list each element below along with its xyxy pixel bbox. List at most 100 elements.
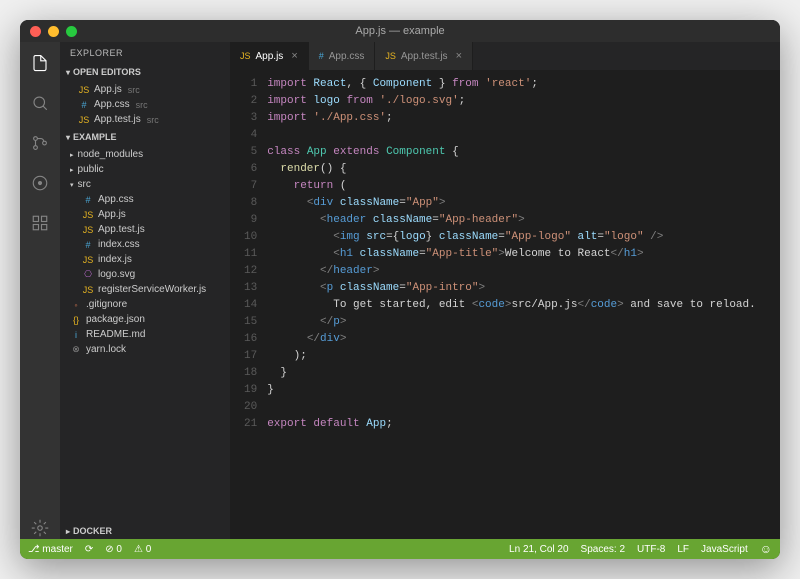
file-item[interactable]: JS App.test.js xyxy=(60,222,230,237)
search-icon[interactable] xyxy=(29,92,51,114)
file-item[interactable]: # index.css xyxy=(60,237,230,252)
file-icon: # xyxy=(78,100,90,110)
folder-chevron-icon xyxy=(70,149,74,160)
file-name: App.css xyxy=(94,99,130,110)
project-header[interactable]: EXAMPLE xyxy=(60,129,230,145)
folder-item[interactable]: node_modules xyxy=(60,147,230,162)
file-item[interactable]: ⊗ yarn.lock xyxy=(60,342,230,357)
file-name: README.md xyxy=(86,329,145,340)
editor-group: JS App.js × # App.css JS App.test.js × 12345678… xyxy=(230,42,780,539)
file-icon: i xyxy=(70,330,82,340)
status-spaces[interactable]: Spaces: 2 xyxy=(581,544,625,555)
docker-header[interactable]: DOCKER xyxy=(60,523,230,539)
file-name: App.test.js xyxy=(98,224,145,235)
open-editors-list: JSApp.jssrc#App.csssrcJSApp.test.jssrc xyxy=(60,80,230,129)
file-icon: JS xyxy=(240,51,251,61)
file-item[interactable]: JS index.js xyxy=(60,252,230,267)
sidebar: EXPLORER OPEN EDITORS JSApp.jssrc#App.cs… xyxy=(60,42,230,539)
extensions-icon[interactable] xyxy=(29,212,51,234)
vscode-window: App.js — example EXPLORER OPEN EDITORS J… xyxy=(20,20,780,559)
debug-icon[interactable] xyxy=(29,172,51,194)
file-icon: # xyxy=(82,240,94,250)
status-branch[interactable]: ⎇ master xyxy=(28,544,73,555)
file-icon: JS xyxy=(82,255,94,265)
close-window-button[interactable] xyxy=(30,26,41,37)
open-editor-item[interactable]: JSApp.test.jssrc xyxy=(60,112,230,127)
file-icon: JS xyxy=(82,210,94,220)
editor-tab[interactable]: JS App.js × xyxy=(230,42,309,70)
activity-bar xyxy=(20,42,60,539)
tab-label: App.css xyxy=(329,51,365,62)
file-name: .gitignore xyxy=(86,299,127,310)
tab-label: App.test.js xyxy=(401,51,448,62)
folder-name: src xyxy=(78,179,91,190)
code-content[interactable]: import React, { Component } from 'react'… xyxy=(267,70,780,539)
file-dir: src xyxy=(147,115,159,125)
folder-name: public xyxy=(78,164,104,175)
file-name: index.js xyxy=(98,254,132,265)
editor[interactable]: 123456789101112131415161718192021 import… xyxy=(230,70,780,539)
file-item[interactable]: JSApp.js xyxy=(60,207,230,222)
traffic-lights xyxy=(30,26,77,37)
tabs-container: JS App.js × # App.css JS App.test.js × xyxy=(230,42,780,70)
file-icon: JS xyxy=(82,225,94,235)
file-icon: ⎔ xyxy=(82,269,94,280)
file-tree: node_modulespublicsrc#App.cssJSApp.jsJSA… xyxy=(60,145,230,359)
file-icon: JS xyxy=(82,285,94,295)
status-language[interactable]: JavaScript xyxy=(701,544,748,555)
folder-chevron-icon xyxy=(70,164,74,175)
file-item[interactable]: ⎔ logo.svg xyxy=(60,267,230,282)
status-cursor[interactable]: Ln 21, Col 20 xyxy=(509,544,569,555)
titlebar: App.js — example xyxy=(20,20,780,42)
file-name: App.js xyxy=(94,84,122,95)
file-icon: JS xyxy=(78,85,90,95)
feedback-icon[interactable]: ☺ xyxy=(760,542,772,556)
editor-tab[interactable]: JS App.test.js × xyxy=(375,42,473,70)
file-item[interactable]: ◦ .gitignore xyxy=(60,297,230,312)
settings-icon[interactable] xyxy=(29,517,51,539)
folder-item[interactable]: src xyxy=(60,177,230,192)
file-name: yarn.lock xyxy=(86,344,126,355)
file-item[interactable]: i README.md xyxy=(60,327,230,342)
open-editor-item[interactable]: # App.css src xyxy=(60,97,230,112)
tab-label: App.js xyxy=(256,51,284,62)
editor-tab[interactable]: # App.css xyxy=(309,42,376,70)
file-icon: # xyxy=(82,195,94,205)
close-tab-icon[interactable]: × xyxy=(291,50,297,62)
file-icon: JS xyxy=(385,51,396,61)
file-icon: ◦ xyxy=(70,300,82,310)
close-tab-icon[interactable]: × xyxy=(456,50,462,62)
status-eol[interactable]: LF xyxy=(677,544,689,555)
file-name: logo.svg xyxy=(98,269,135,280)
file-item[interactable]: # App.css xyxy=(60,192,230,207)
file-name: App.css xyxy=(98,194,134,205)
open-editor-item[interactable]: JS App.js src xyxy=(60,82,230,97)
file-icon: {} xyxy=(70,315,82,325)
status-errors[interactable]: ⊘ 0 xyxy=(105,544,122,555)
file-item[interactable]: JS registerServiceWorker.js xyxy=(60,282,230,297)
file-item[interactable]: {}package.json xyxy=(60,312,230,327)
window-title: App.js — example xyxy=(355,25,444,37)
file-dir: src xyxy=(128,85,140,95)
status-bar: ⎇ master ⟳ ⊘ 0 ⚠ 0 Ln 21, Col 20 Spaces:… xyxy=(20,539,780,559)
status-encoding[interactable]: UTF-8 xyxy=(637,544,665,555)
file-icon: ⊗ xyxy=(70,344,82,355)
workbench: EXPLORER OPEN EDITORS JSApp.jssrc#App.cs… xyxy=(20,42,780,539)
open-editors-header[interactable]: OPEN EDITORS xyxy=(60,64,230,80)
line-numbers: 123456789101112131415161718192021 xyxy=(230,70,267,539)
status-sync[interactable]: ⟳ xyxy=(85,544,93,555)
source-control-icon[interactable] xyxy=(29,132,51,154)
minimize-window-button[interactable] xyxy=(48,26,59,37)
folder-chevron-icon xyxy=(70,179,74,190)
files-icon[interactable] xyxy=(29,52,51,74)
status-warnings[interactable]: ⚠ 0 xyxy=(134,544,151,555)
file-name: registerServiceWorker.js xyxy=(98,284,206,295)
folder-name: node_modules xyxy=(78,149,144,160)
file-icon: # xyxy=(319,51,324,61)
folder-item[interactable]: public xyxy=(60,162,230,177)
file-name: App.test.js xyxy=(94,114,141,125)
file-name: index.css xyxy=(98,239,140,250)
maximize-window-button[interactable] xyxy=(66,26,77,37)
file-dir: src xyxy=(136,100,148,110)
sidebar-header: EXPLORER xyxy=(60,42,230,64)
